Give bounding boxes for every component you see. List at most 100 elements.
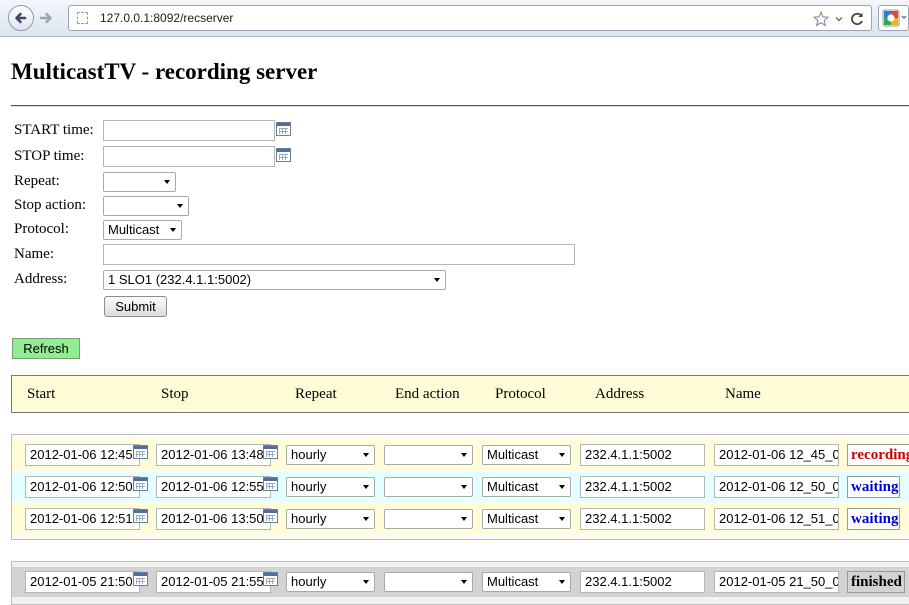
status-badge: waiting — [847, 508, 900, 530]
repeat-select[interactable] — [103, 172, 176, 192]
status-badge: recording — [847, 444, 909, 466]
row-end-action-select[interactable] — [384, 509, 473, 529]
refresh-button[interactable]: Refresh — [12, 338, 80, 359]
address-select[interactable]: 1 SLO1 (232.4.1.1:5002) — [103, 270, 446, 290]
chevron-down-icon[interactable] — [835, 15, 843, 23]
row-protocol-select[interactable]: Multicast — [482, 572, 571, 592]
row-start-input[interactable]: 2012-01-05 21:50 — [25, 571, 140, 593]
header-end-action: End action — [395, 386, 460, 402]
table-row: 2012-01-06 12:45 2012-01-06 13:48 hourly… — [12, 440, 909, 470]
calendar-icon[interactable] — [263, 477, 278, 491]
row-address-input[interactable]: 232.4.1.1:5002 — [580, 571, 705, 593]
row-repeat-select[interactable]: hourly — [286, 477, 375, 497]
row-name-input[interactable]: 2012-01-06 12_51_00 — [714, 508, 839, 530]
table-row: 2012-01-06 12:51 2012-01-06 13:50 hourly… — [12, 504, 909, 534]
row-address-input[interactable]: 232.4.1.1:5002 — [580, 508, 705, 530]
row-repeat-select[interactable]: hourly — [286, 572, 375, 592]
row-stop-input[interactable]: 2012-01-06 12:55 — [156, 476, 271, 498]
chevron-down-icon — [363, 453, 369, 457]
chevron-down-icon — [164, 180, 170, 184]
row-stop-input[interactable]: 2012-01-06 13:50 — [156, 508, 271, 530]
chevron-down-icon — [434, 278, 440, 282]
chevron-down-icon — [461, 580, 467, 584]
back-arrow-icon — [15, 12, 27, 24]
name-label: Name: — [14, 246, 54, 262]
row-repeat-value: hourly — [291, 511, 327, 526]
divider — [11, 105, 909, 107]
calendar-icon[interactable] — [133, 477, 148, 491]
header-stop: Stop — [161, 386, 189, 402]
row-end-action-select[interactable] — [384, 477, 473, 497]
url-text[interactable]: 127.0.0.1:8092/recserver — [100, 11, 233, 25]
calendar-icon[interactable] — [133, 509, 148, 523]
row-repeat-select[interactable]: hourly — [286, 509, 375, 529]
chevron-down-icon — [363, 517, 369, 521]
chevron-down-icon — [559, 580, 565, 584]
row-name-input[interactable]: 2012-01-05 21_50_00 — [714, 571, 839, 593]
row-protocol-value: Multicast — [487, 447, 539, 462]
browser-toolbar: 127.0.0.1:8092/recserver — [0, 0, 909, 37]
row-name-input[interactable]: 2012-01-06 12_45_00 — [714, 444, 839, 466]
row-address-input[interactable]: 232.4.1.1:5002 — [580, 476, 705, 498]
row-protocol-value: Multicast — [487, 511, 539, 526]
calendar-icon[interactable] — [263, 445, 278, 459]
status-badge: waiting — [847, 476, 900, 498]
forward-button[interactable] — [36, 8, 56, 28]
row-start-input[interactable]: 2012-01-06 12:50 — [25, 476, 140, 498]
status-badge: finished — [847, 571, 905, 593]
stop-action-label: Stop action: — [14, 197, 87, 213]
table-row: 2012-01-06 12:50 2012-01-06 12:55 hourly… — [12, 472, 909, 502]
row-protocol-select[interactable]: Multicast — [482, 477, 571, 497]
finished-jobs-group: 2012-01-05 21:50 2012-01-05 21:55 hourly… — [11, 561, 909, 605]
start-time-label: START time: — [14, 122, 94, 138]
row-address-input[interactable]: 232.4.1.1:5002 — [580, 444, 705, 466]
stop-calendar-icon[interactable] — [276, 148, 291, 162]
row-protocol-select[interactable]: Multicast — [482, 509, 571, 529]
jobs-table-header: Start Stop Repeat End action Protocol Ad… — [11, 375, 909, 413]
row-repeat-select[interactable]: hourly — [286, 445, 375, 465]
calendar-icon[interactable] — [263, 509, 278, 523]
row-start-input[interactable]: 2012-01-06 12:45 — [25, 444, 140, 466]
calendar-icon[interactable] — [133, 572, 148, 586]
address-select-value: 1 SLO1 (232.4.1.1:5002) — [108, 272, 252, 287]
chevron-down-icon — [559, 485, 565, 489]
row-end-action-select[interactable] — [384, 445, 473, 465]
row-name-input[interactable]: 2012-01-06 12_50_00 — [714, 476, 839, 498]
row-protocol-select[interactable]: Multicast — [482, 445, 571, 465]
stop-action-select[interactable] — [103, 196, 189, 216]
stop-time-input[interactable] — [103, 146, 275, 167]
chevron-down-icon — [177, 204, 183, 208]
start-calendar-icon[interactable] — [276, 122, 291, 136]
header-repeat: Repeat — [295, 386, 337, 402]
calendar-icon[interactable] — [263, 572, 278, 586]
row-start-input[interactable]: 2012-01-06 12:51 — [25, 508, 140, 530]
page-title: MulticastTV - recording server — [11, 59, 318, 84]
row-end-action-select[interactable] — [384, 572, 473, 592]
page-icon — [77, 12, 88, 24]
chevron-down-icon — [363, 485, 369, 489]
scheduled-jobs-group: 2012-01-06 12:45 2012-01-06 13:48 hourly… — [11, 434, 909, 540]
name-input[interactable] — [103, 244, 575, 265]
page-content: MulticastTV - recording server START tim… — [0, 38, 909, 605]
bookmark-star-icon[interactable] — [813, 11, 829, 27]
row-stop-input[interactable]: 2012-01-05 21:55 — [156, 571, 271, 593]
reload-icon[interactable] — [849, 11, 865, 27]
row-stop-input[interactable]: 2012-01-06 13:48 — [156, 444, 271, 466]
protocol-select-value: Multicast — [108, 222, 160, 237]
repeat-label: Repeat: — [14, 173, 60, 189]
address-bar[interactable]: 127.0.0.1:8092/recserver — [68, 5, 872, 31]
chevron-down-icon — [461, 485, 467, 489]
header-address: Address — [595, 386, 645, 402]
back-button[interactable] — [8, 5, 34, 31]
calendar-icon[interactable] — [133, 445, 148, 459]
row-repeat-value: hourly — [291, 479, 327, 494]
row-protocol-value: Multicast — [487, 479, 539, 494]
stop-time-label: STOP time: — [14, 148, 85, 164]
header-protocol: Protocol — [495, 386, 546, 402]
google-extension-button[interactable] — [878, 5, 909, 31]
header-start: Start — [27, 386, 56, 402]
chevron-down-icon — [363, 580, 369, 584]
start-time-input[interactable] — [103, 120, 275, 141]
submit-button[interactable]: Submit — [104, 296, 167, 317]
protocol-select[interactable]: Multicast — [103, 220, 182, 240]
